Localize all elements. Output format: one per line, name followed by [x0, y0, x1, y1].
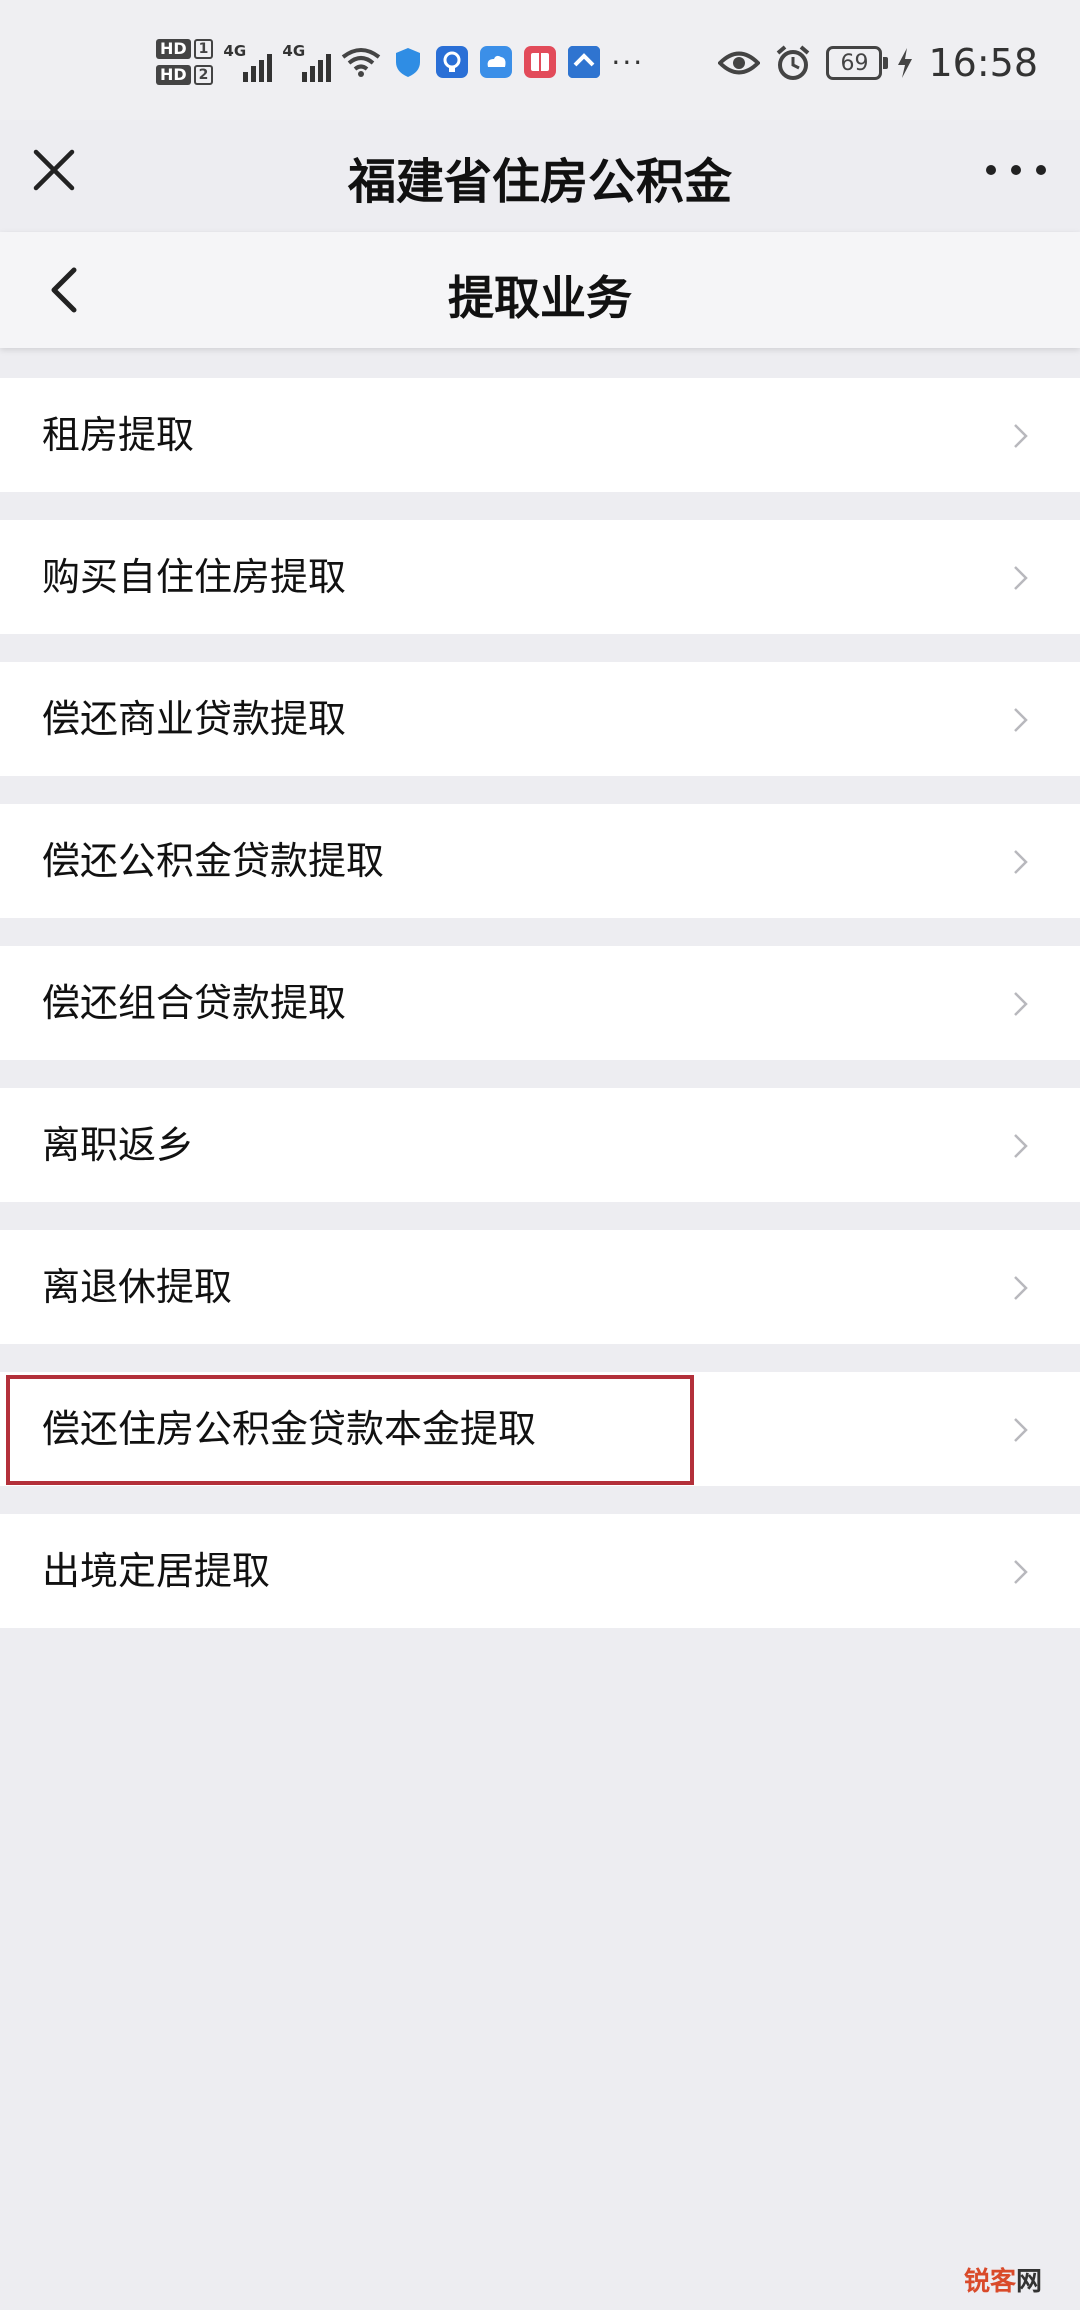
- chevron-right-icon: [1014, 708, 1028, 732]
- status-right: 69 16:58: [718, 38, 1038, 88]
- page-title: 提取业务: [448, 271, 632, 325]
- eye-icon: [718, 51, 761, 75]
- menu-item-rent[interactable]: 租房提取: [0, 378, 1080, 492]
- menu-item-fund-loan[interactable]: 偿还公积金贷款提取: [0, 804, 1080, 918]
- withdrawal-menu-list: 租房提取 购买自住住房提取 偿还商业贷款提取 偿还公积金贷款提取 偿还组合贷款提…: [0, 378, 1080, 1656]
- signal-icon-sim1: 4G: [223, 42, 273, 82]
- watermark: 锐客网: [964, 2261, 1042, 2298]
- menu-item-label: 偿还公积金贷款提取: [42, 839, 385, 883]
- chevron-right-icon: [1014, 566, 1028, 590]
- sim-number: 2: [193, 65, 214, 85]
- more-notifications-icon: ···: [611, 45, 645, 79]
- battery-level: 69: [840, 50, 869, 76]
- chevron-right-icon: [1014, 850, 1028, 874]
- dot-icon: [1011, 165, 1021, 175]
- menu-item-combined-loan[interactable]: 偿还组合贷款提取: [0, 946, 1080, 1060]
- chevron-right-icon: [1014, 992, 1028, 1016]
- menu-item-label: 偿还商业贷款提取: [42, 697, 347, 741]
- status-bar: HD 1 HD 2 4G 4G ··· 69 16:58: [0, 0, 1080, 120]
- charging-icon: [898, 48, 913, 78]
- network-type: 4G: [223, 42, 247, 60]
- watermark-text-suffix: 网: [1015, 2267, 1042, 2297]
- menu-item-emigration[interactable]: 出境定居提取: [0, 1514, 1080, 1628]
- more-options-button[interactable]: [986, 150, 1046, 190]
- signal-icon-sim2: 4G: [282, 42, 332, 82]
- chevron-right-icon: [1014, 1418, 1028, 1442]
- menu-item-retirement[interactable]: 离退休提取: [0, 1230, 1080, 1344]
- watermark-text: 锐客: [963, 2267, 1016, 2297]
- menu-item-label: 出境定居提取: [42, 1549, 271, 1593]
- hd-tag: HD: [156, 65, 191, 85]
- book-app-icon: [524, 46, 557, 78]
- network-type: 4G: [282, 42, 306, 60]
- page-header: 提取业务: [0, 232, 1080, 348]
- menu-item-fund-loan-principal[interactable]: 偿还住房公积金贷款本金提取: [0, 1372, 1080, 1486]
- cloud-app-icon: [480, 46, 513, 78]
- menu-item-label: 离退休提取: [42, 1265, 233, 1309]
- arrow-app-icon: [568, 46, 601, 78]
- shield-icon: [396, 48, 421, 77]
- menu-item-purchase-home[interactable]: 购买自住住房提取: [0, 520, 1080, 634]
- menu-item-label: 购买自住住房提取: [42, 555, 347, 599]
- dot-icon: [1036, 165, 1046, 175]
- menu-item-commercial-loan[interactable]: 偿还商业贷款提取: [0, 662, 1080, 776]
- hd-tag: HD: [156, 39, 191, 59]
- window-title: 福建省住房公积金: [347, 154, 732, 210]
- menu-item-label: 偿还住房公积金贷款本金提取: [42, 1407, 537, 1451]
- status-left: HD 1 HD 2 4G 4G ···: [156, 30, 644, 94]
- chevron-right-icon: [1014, 424, 1028, 448]
- clock-time: 16:58: [928, 41, 1038, 85]
- battery-icon: 69: [826, 46, 889, 80]
- menu-item-label: 租房提取: [42, 413, 195, 457]
- chevron-right-icon: [1014, 1560, 1028, 1584]
- chevron-right-icon: [1014, 1276, 1028, 1300]
- menu-item-resign-return[interactable]: 离职返乡: [0, 1088, 1080, 1202]
- hd-indicators: HD 1 HD 2: [156, 39, 214, 85]
- wifi-icon: [342, 48, 381, 77]
- lightbulb-app-icon: [436, 46, 469, 78]
- chevron-right-icon: [1014, 1134, 1028, 1158]
- browser-title-bar: 福建省住房公积金: [0, 120, 1080, 232]
- sim-number: 1: [193, 39, 214, 59]
- dot-icon: [986, 165, 996, 175]
- hd-indicator-1: HD 1: [156, 39, 214, 59]
- hd-indicator-2: HD 2: [156, 65, 214, 85]
- menu-item-label: 偿还组合贷款提取: [42, 981, 347, 1025]
- alarm-icon: [777, 45, 810, 80]
- menu-item-label: 离职返乡: [42, 1123, 195, 1167]
